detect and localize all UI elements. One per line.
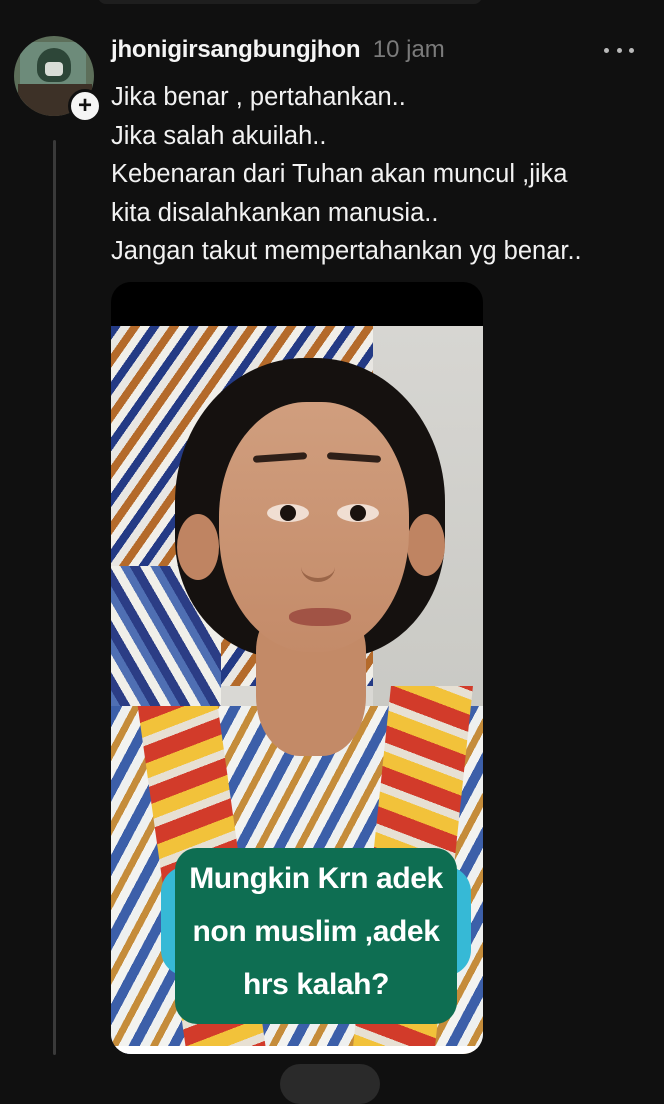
media-card[interactable]: Mungkin Krn adek non muslim ,adek hrs ka…	[111, 282, 483, 1054]
photo-eye	[267, 504, 309, 522]
photo-ear	[407, 514, 445, 576]
avatar-mask	[45, 62, 63, 76]
post-text: Jika benar , pertahankan.. Jika salah ak…	[111, 78, 651, 271]
caption-line: non muslim ,adek	[192, 915, 440, 948]
post-line: Jangan takut mempertahankan yg benar..	[111, 237, 582, 265]
timestamp: 10 jam	[372, 36, 445, 63]
post-line: Kebenaran dari Tuhan akan muncul ,jika	[111, 160, 568, 188]
photo-ear	[177, 514, 219, 580]
post-line: Jika salah akuilah..	[111, 121, 327, 150]
thread-post: + jhonigirsangbungjhon 10 jam Jika benar…	[0, 0, 664, 1080]
post-header: jhonigirsangbungjhon 10 jam	[111, 36, 445, 70]
plus-icon: +	[77, 92, 92, 119]
media-bottom-edge	[111, 1046, 483, 1054]
photo-nose	[301, 552, 335, 582]
more-horizontal-icon[interactable]	[604, 42, 634, 58]
thread-line	[53, 140, 56, 1055]
post-line: Jika benar , pertahankan..	[111, 83, 406, 111]
caption-line: hrs kalah?	[242, 968, 390, 1001]
photo-eye	[337, 504, 379, 522]
caption-text: Mungkin Krn adek non muslim ,adek hrs ka…	[175, 852, 457, 1011]
post-line: kita disalahkankan manusia..	[111, 198, 439, 227]
photo-mouth	[289, 608, 351, 626]
portrait-photo: Mungkin Krn adek non muslim ,adek hrs ka…	[111, 326, 483, 1054]
username[interactable]: jhonigirsangbungjhon	[111, 36, 360, 63]
image-caption: Mungkin Krn adek non muslim ,adek hrs ka…	[161, 846, 471, 1026]
follow-button[interactable]: +	[68, 89, 102, 123]
caption-line: Mungkin Krn adek	[189, 862, 443, 895]
next-post-edge	[280, 1064, 380, 1104]
